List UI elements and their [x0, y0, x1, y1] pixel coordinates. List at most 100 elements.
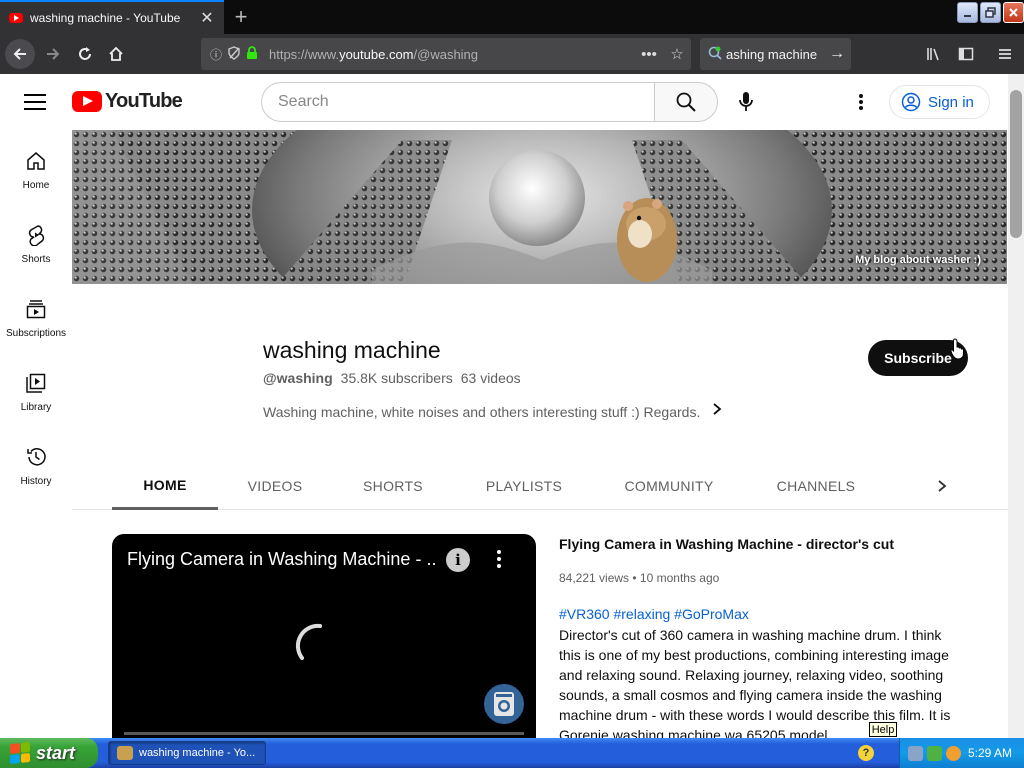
washing-machine-icon[interactable] — [484, 684, 524, 724]
security-icon[interactable] — [927, 745, 942, 761]
tab-home[interactable]: HOME — [112, 462, 218, 510]
subscriptions-icon — [26, 300, 46, 319]
chevron-right-icon[interactable] — [712, 402, 722, 421]
search-button[interactable] — [654, 82, 718, 122]
user-icon — [901, 92, 921, 112]
minimize-icon — [963, 14, 971, 17]
settings-more-button[interactable] — [846, 86, 876, 118]
home-button[interactable] — [101, 39, 131, 69]
info-icon[interactable]: ⓘ — [207, 46, 225, 63]
browser-tab-strip: washing machine - YouTube ✕ + — [0, 0, 1024, 34]
sidebar-toggle-button[interactable] — [951, 39, 981, 69]
tab-videos[interactable]: VIDEOS — [232, 462, 318, 510]
guide-item-home[interactable]: Home — [0, 130, 72, 204]
forward-button[interactable] — [38, 39, 68, 69]
featured-video-title[interactable]: Flying Camera in Washing Machine - direc… — [559, 536, 894, 552]
tab-community[interactable]: COMMUNITY — [612, 462, 726, 510]
home-icon — [27, 152, 45, 170]
guide-label: History — [20, 476, 52, 487]
channel-description-text: Washing machine, white noises and others… — [263, 403, 701, 420]
tab-channels[interactable]: CHANNELS — [766, 462, 866, 510]
featured-video-stats: 84,221 views • 10 months ago — [559, 571, 720, 585]
library-button[interactable] — [919, 39, 949, 69]
tab-shorts[interactable]: SHORTS — [348, 462, 438, 510]
youtube-header: YouTube Search Sign in — [0, 74, 1008, 130]
player-title[interactable]: Flying Camera in Washing Machine - ... — [127, 549, 437, 570]
url-bar[interactable]: ⓘ https://www.youtube.com/@washing ••• ☆ — [201, 38, 691, 70]
scrollbar-thumb[interactable] — [1010, 90, 1022, 238]
guide-item-history[interactable]: History — [0, 426, 72, 500]
tabs-scroll-right-button[interactable] — [930, 474, 954, 498]
windows-taskbar: start washing machine - Yo... ? 5:29 AM — [0, 738, 1024, 768]
guide-item-shorts[interactable]: Shorts — [0, 204, 72, 278]
guide-label: Home — [22, 180, 50, 191]
channel-description[interactable]: Washing machine, white noises and others… — [263, 402, 722, 421]
help-icon[interactable]: ? — [858, 745, 874, 761]
sign-in-button[interactable]: Sign in — [889, 85, 990, 119]
clock: 5:29 AM — [967, 746, 1012, 760]
reload-button[interactable] — [70, 39, 100, 69]
house-icon — [109, 46, 123, 61]
url-prefix: https://www. — [269, 46, 340, 62]
taskbar-item-browser[interactable]: washing machine - Yo... — [108, 741, 266, 765]
guide-label: Shorts — [21, 254, 51, 265]
history-icon — [27, 448, 46, 466]
menu-button[interactable] — [990, 39, 1020, 69]
close-tab-icon[interactable]: ✕ — [196, 7, 218, 29]
featured-video-player[interactable]: Flying Camera in Washing Machine - ... i — [112, 534, 536, 738]
arrow-left-icon — [13, 48, 26, 60]
hand-cursor-icon — [950, 338, 964, 360]
search-input[interactable]: Search — [261, 82, 655, 122]
sign-in-label: Sign in — [928, 93, 974, 111]
browser-tab-title: washing machine - YouTube — [30, 11, 181, 25]
page-actions-icon[interactable]: ••• — [635, 46, 663, 63]
page-scrollbar[interactable] — [1008, 74, 1024, 738]
youtube-logo-text: YouTube — [105, 90, 183, 112]
search-tray-icon[interactable] — [946, 745, 961, 761]
url-text[interactable]: https://www.youtube.com/@washing — [269, 47, 635, 62]
channel-name: washing machine — [263, 337, 441, 363]
guide-item-subscriptions[interactable]: Subscriptions — [0, 278, 72, 352]
search-go-icon[interactable]: → — [829, 45, 851, 63]
close-window-button[interactable] — [1003, 2, 1024, 23]
channel-meta: @washing 35.8K subscribers 63 videos — [263, 370, 521, 386]
guide-sidebar: Home Shorts Subscriptions Library Histor… — [0, 130, 72, 738]
channel-handle: @washing — [263, 370, 333, 386]
sidebar-icon — [958, 47, 974, 61]
guide-label: Library — [20, 402, 52, 413]
arrow-right-icon — [47, 48, 60, 60]
banner-link[interactable]: My blog about washer :) — [855, 254, 981, 266]
chevron-right-icon — [938, 480, 947, 492]
restore-icon — [985, 7, 996, 18]
video-count: 63 videos — [460, 370, 521, 386]
loading-spinner-icon — [295, 623, 322, 660]
browser-navigation-bar: ⓘ https://www.youtube.com/@washing ••• ☆… — [0, 34, 1024, 74]
network-icon[interactable] — [908, 745, 923, 761]
featured-video-hashtags[interactable]: #VR360 #relaxing #GoProMax — [559, 606, 749, 622]
new-tab-button[interactable]: + — [228, 4, 254, 30]
url-domain: youtube.com — [339, 46, 414, 62]
browser-search-box[interactable]: ashing machine → — [700, 38, 851, 70]
screen: washing machine - YouTube ✕ + ⓘ https://… — [0, 0, 1024, 768]
info-icon[interactable]: i — [446, 548, 470, 572]
channel-banner: My blog about washer :) — [72, 130, 1007, 284]
url-path: /@washing — [413, 46, 479, 62]
restore-window-button[interactable] — [980, 2, 1001, 23]
video-progress-bar[interactable] — [124, 732, 524, 735]
tracking-protection-icon[interactable] — [225, 45, 243, 63]
youtube-logo[interactable]: YouTube — [72, 90, 183, 113]
channel-tabs: HOME VIDEOS SHORTS PLAYLISTS COMMUNITY C… — [72, 462, 1008, 510]
guide-menu-icon[interactable] — [24, 94, 46, 110]
voice-search-button[interactable] — [730, 86, 762, 118]
more-vertical-icon[interactable] — [487, 546, 511, 572]
minimize-window-button[interactable] — [957, 2, 978, 23]
tab-playlists[interactable]: PLAYLISTS — [472, 462, 576, 510]
guide-item-library[interactable]: Library — [0, 352, 72, 426]
start-button[interactable]: start — [0, 738, 98, 768]
search-icon — [676, 92, 696, 112]
firefox-icon — [117, 746, 133, 760]
browser-tab[interactable]: washing machine - YouTube ✕ — [0, 0, 224, 34]
bookmark-star-icon[interactable]: ☆ — [663, 45, 691, 63]
back-button[interactable] — [5, 39, 35, 69]
lock-icon[interactable] — [243, 45, 261, 63]
